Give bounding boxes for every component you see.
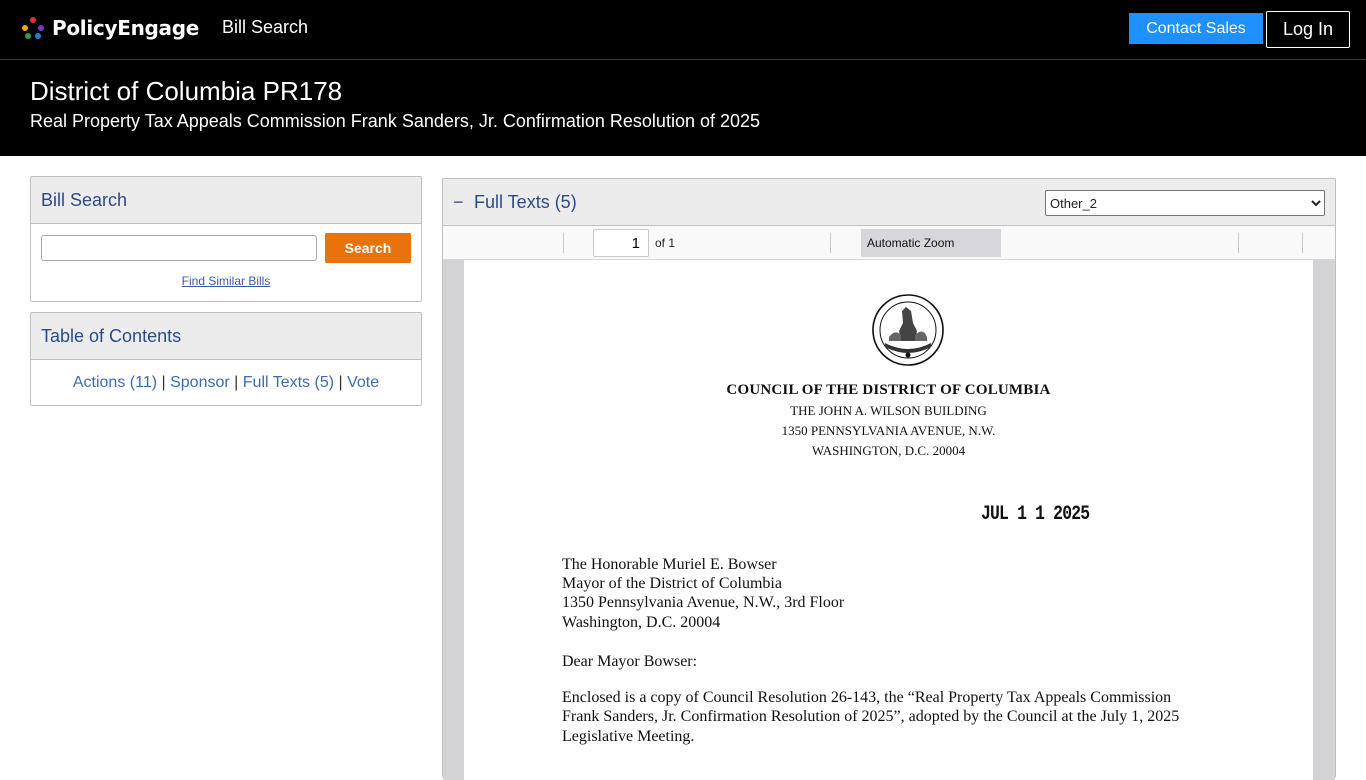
top-navbar: PolicyEngage Bill Search Contact Sales L…	[0, 0, 1366, 60]
toc-panel-title: Table of Contents	[41, 326, 182, 346]
full-texts-panel: − Full Texts (5) Other_2 of 1 Automatic …	[442, 178, 1336, 780]
toolbar-divider	[1238, 233, 1239, 253]
brand-name: PolicyEngage	[52, 16, 199, 40]
recipient-line: Washington, D.C. 20004	[562, 614, 721, 631]
toc-separator: |	[234, 374, 239, 391]
letter-body-line: Legislative Meeting.	[562, 728, 695, 745]
recipient-line: The Honorable Muriel E. Bowser	[562, 556, 777, 573]
pdf-viewer[interactable]: COUNCIL OF THE DISTRICT OF COLUMBIA THE …	[443, 260, 1335, 780]
login-button[interactable]: Log In	[1266, 11, 1350, 48]
zoom-select[interactable]: Automatic Zoom	[861, 229, 1001, 257]
council-title: COUNCIL OF THE DISTRICT OF COLUMBIA	[726, 382, 1051, 398]
page-subtitle: Real Property Tax Appeals Commission Fra…	[30, 111, 761, 131]
letter-body-line: Frank Sanders, Jr. Confirmation Resoluti…	[562, 708, 1180, 725]
toc-link-actions[interactable]: Actions (11)	[73, 374, 157, 391]
recipient-line: Mayor of the District of Columbia	[562, 575, 782, 592]
bill-header: District of Columbia PR178 Real Property…	[0, 60, 1366, 156]
toc-links: Actions (11) | Sponsor | Full Texts (5) …	[31, 374, 421, 392]
page-number-input[interactable]	[593, 229, 649, 257]
brand-logo[interactable]: PolicyEngage	[22, 15, 199, 41]
full-texts-panel-header: − Full Texts (5) Other_2	[443, 179, 1335, 226]
bill-search-panel-title: Bill Search	[41, 190, 128, 210]
search-button[interactable]: Search	[325, 233, 411, 263]
bill-search-panel-header: Bill Search	[31, 177, 421, 224]
bill-search-panel: Bill Search Search Find Similar Bills	[30, 176, 422, 302]
pdf-toolbar: of 1 Automatic Zoom	[443, 226, 1335, 260]
letter-salutation: Dear Mayor Bowser:	[562, 653, 698, 670]
collapse-toggle-icon[interactable]: −	[453, 192, 464, 213]
date-stamp: JUL 1 1 2025	[981, 503, 1090, 526]
find-similar-bills-link[interactable]: Find Similar Bills	[31, 274, 421, 288]
full-texts-title: Full Texts (5)	[474, 192, 577, 212]
pdf-page: COUNCIL OF THE DISTRICT OF COLUMBIA THE …	[464, 260, 1313, 780]
toc-panel: Table of Contents Actions (11) | Sponsor…	[30, 312, 422, 406]
nav-bill-search-link[interactable]: Bill Search	[222, 17, 308, 38]
toc-link-vote[interactable]: Vote	[347, 374, 379, 391]
bill-search-input[interactable]	[41, 235, 317, 261]
address-line: 1350 PENNSYLVANIA AVENUE, N.W.	[781, 423, 996, 438]
page-title: District of Columbia PR178	[30, 76, 343, 106]
toolbar-divider	[1302, 233, 1303, 253]
logo-dots-icon	[22, 17, 44, 39]
full-text-version-select[interactable]: Other_2	[1045, 190, 1325, 216]
letter-body-line: Enclosed is a copy of Council Resolution…	[562, 689, 1172, 706]
contact-sales-button[interactable]: Contact Sales	[1129, 13, 1263, 44]
toolbar-divider	[830, 233, 831, 253]
toc-link-sponsor[interactable]: Sponsor	[170, 374, 230, 391]
recipient-line: 1350 Pennsylvania Avenue, N.W., 3rd Floo…	[562, 594, 845, 611]
address-line: WASHINGTON, D.C. 20004	[811, 443, 966, 458]
toc-separator: |	[161, 374, 166, 391]
address-line: THE JOHN A. WILSON BUILDING	[790, 403, 987, 418]
page-count-label: of 1	[655, 236, 676, 250]
toc-panel-header: Table of Contents	[31, 313, 421, 360]
council-seal-icon	[872, 294, 944, 366]
toolbar-divider	[563, 233, 564, 253]
toc-separator: |	[338, 374, 343, 391]
toc-link-full-texts[interactable]: Full Texts (5)	[243, 374, 334, 391]
